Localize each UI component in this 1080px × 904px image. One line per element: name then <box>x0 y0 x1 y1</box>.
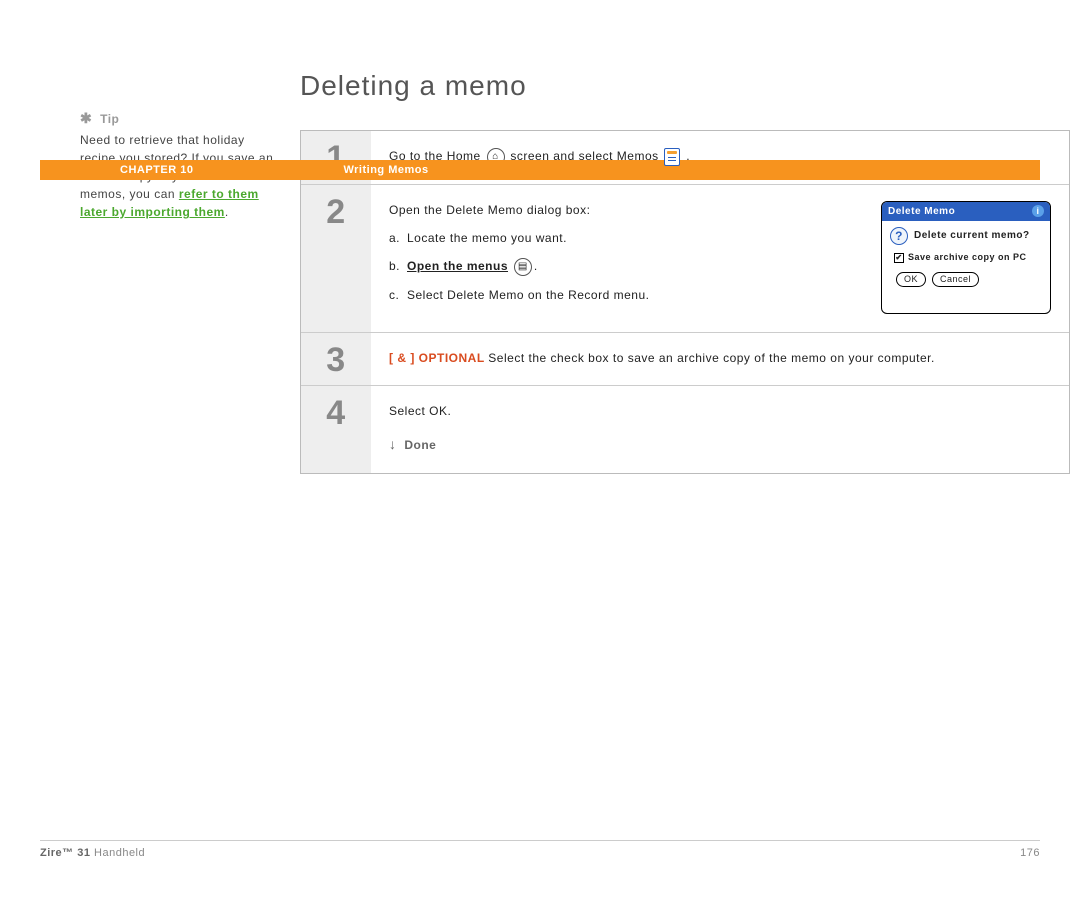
step-number: 2 <box>301 185 371 332</box>
dialog-question: ? Delete current memo? <box>890 227 1042 245</box>
checkbox-icon[interactable]: ✔ <box>894 253 904 263</box>
page-number: 176 <box>1020 847 1040 859</box>
ok-button[interactable]: OK <box>896 272 926 287</box>
step-number: 4 <box>301 386 371 473</box>
steps-container: 1 Go to the Home ⌂ screen and select Mem… <box>300 130 1070 474</box>
tip-label: Tip <box>100 112 119 126</box>
archive-checkbox-row[interactable]: ✔ Save archive copy on PC <box>894 251 1042 265</box>
step-body: Select OK. ↓ Done <box>371 386 1069 473</box>
menu-icon: ▤ <box>514 258 532 276</box>
main-content: Deleting a memo 1 Go to the Home ⌂ scree… <box>300 70 1080 474</box>
tip-header: ✱ Tip <box>80 110 280 127</box>
optional-tag: [ & ] OPTIONAL <box>389 351 488 365</box>
memos-icon <box>664 148 680 166</box>
step-body: Open the Delete Memo dialog box: a. Loca… <box>371 185 1069 332</box>
down-arrow-icon: ↓ <box>389 434 397 455</box>
step-4: 4 Select OK. ↓ Done <box>301 386 1069 473</box>
step-number: 3 <box>301 333 371 385</box>
page-title: Deleting a memo <box>300 70 1070 102</box>
open-menus-link[interactable]: Open the menus <box>407 259 508 273</box>
substep-b: b. Open the menus ▤. <box>389 257 863 276</box>
substep-a: a. Locate the memo you want. <box>389 229 863 247</box>
question-icon: ? <box>890 227 908 245</box>
product-name: Zire™ 31 Handheld <box>40 847 145 859</box>
breadcrumb: Writing Memos <box>343 164 428 176</box>
step-3: 3 [ & ] OPTIONAL Select the check box to… <box>301 333 1069 386</box>
substep-c: c. Select Delete Memo on the Record menu… <box>389 286 863 304</box>
step2-text: Open the Delete Memo dialog box: a. Loca… <box>389 201 863 314</box>
step-2: 2 Open the Delete Memo dialog box: a. Lo… <box>301 185 1069 333</box>
header-bar: CHAPTER 10 Writing Memos <box>40 160 1040 180</box>
footer: Zire™ 31 Handheld 176 <box>40 840 1040 859</box>
delete-memo-dialog: Delete Memo i ? Delete current memo? ✔ S… <box>881 201 1051 314</box>
chapter-label: CHAPTER 10 <box>120 164 193 176</box>
sidebar: ✱ Tip Need to retrieve that holiday reci… <box>0 70 300 474</box>
step-body: [ & ] OPTIONAL Select the check box to s… <box>371 333 1069 385</box>
cancel-button[interactable]: Cancel <box>932 272 979 287</box>
done-indicator: ↓ Done <box>389 434 1051 455</box>
dialog-titlebar: Delete Memo i <box>882 202 1050 221</box>
info-icon[interactable]: i <box>1032 205 1044 217</box>
asterisk-icon: ✱ <box>80 110 92 126</box>
